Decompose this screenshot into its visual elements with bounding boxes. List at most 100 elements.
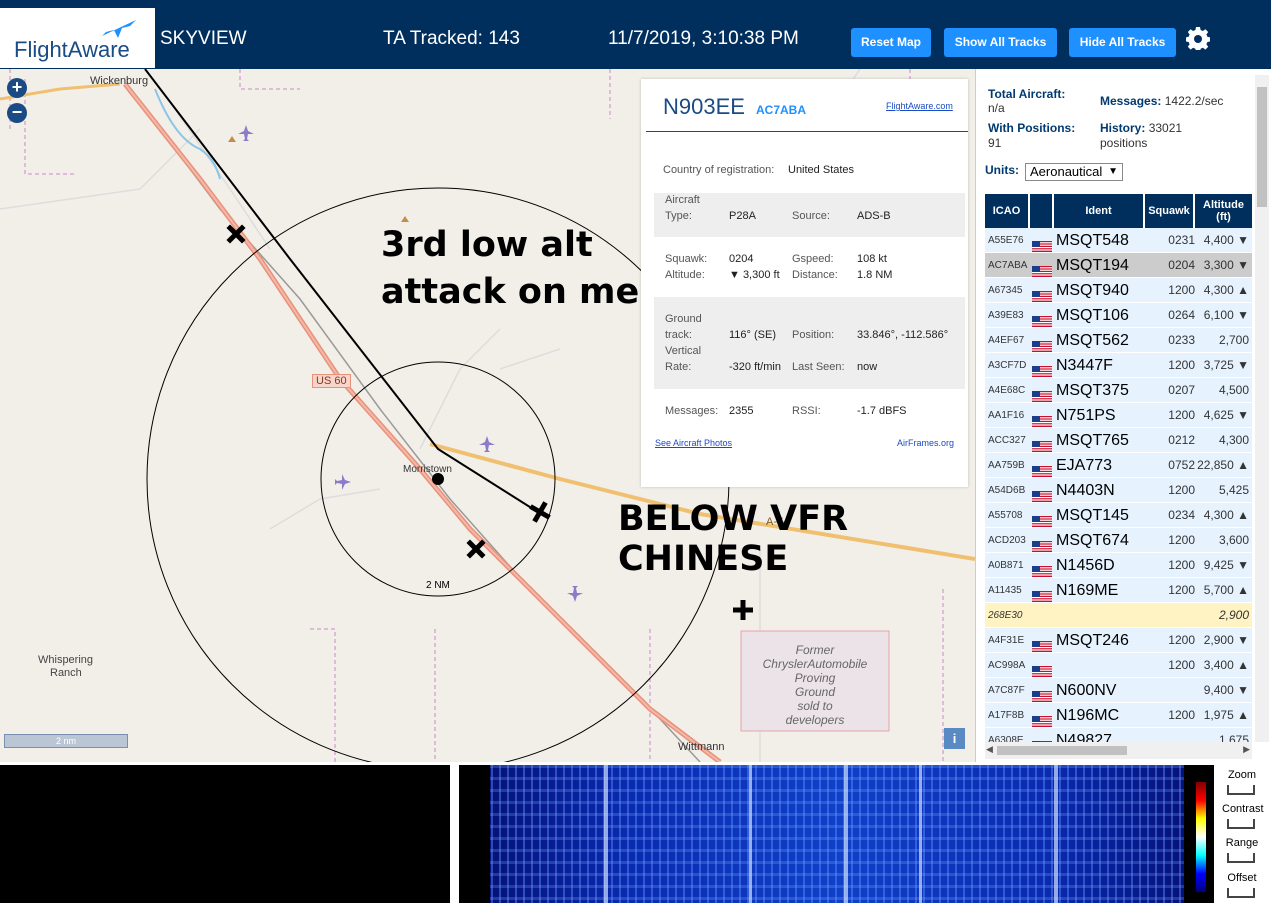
table-row[interactable]: A0B871 N1456D 1200 9,425 ▼: [985, 553, 1252, 578]
us-flag-icon: [1032, 310, 1052, 327]
squawk-cell: 0207: [1168, 383, 1195, 397]
us-flag-icon: [1032, 635, 1052, 652]
col-squawk[interactable]: Squawk: [1145, 194, 1195, 228]
with-positions: With Positions:: [988, 121, 1075, 135]
table-row[interactable]: AC7ABA MSQT194 0204 3,300 ▼: [985, 253, 1252, 278]
altitude-cell: 22,850 ▲: [1197, 458, 1249, 472]
rssi-label: RSSI:: [792, 405, 821, 417]
table-row[interactable]: A55708 MSQT145 0234 4,300 ▲: [985, 503, 1252, 528]
us-flag-icon: [1032, 435, 1052, 452]
blank-panel: [0, 765, 450, 903]
col-flag[interactable]: [1030, 194, 1054, 228]
table-row[interactable]: A7C87F N600NV 9,400 ▼: [985, 678, 1252, 703]
col-icao[interactable]: ICAO: [985, 194, 1030, 228]
scroll-right-icon[interactable]: ▶: [1243, 744, 1250, 755]
table-row[interactable]: ACC327 MSQT765 0212 4,300: [985, 428, 1252, 453]
contrast-slider[interactable]: [1227, 819, 1255, 829]
zoom-in-button[interactable]: +: [7, 78, 27, 98]
flightaware-logo[interactable]: FlightAware: [0, 8, 155, 68]
table-row[interactable]: A4F31E MSQT246 1200 2,900 ▼: [985, 628, 1252, 653]
last-seen-label: Last Seen:: [792, 361, 845, 373]
us-flag-icon: [1032, 360, 1052, 377]
horizontal-scrollbar-thumb[interactable]: [997, 746, 1127, 755]
col-altitude[interactable]: Altitude (ft): [1195, 194, 1252, 228]
scroll-left-icon[interactable]: ◀: [986, 744, 993, 755]
popup-ident: N903EE: [663, 94, 745, 119]
ident-cell: N4403N: [1056, 482, 1115, 499]
annotation-line-1: 3rd low alt: [381, 225, 593, 265]
table-row[interactable]: 268E30 2,900: [985, 603, 1252, 628]
col-ident[interactable]: Ident: [1054, 194, 1145, 228]
former-line-5: sold to: [797, 699, 833, 713]
units-select[interactable]: Aeronautical ▼: [1025, 163, 1123, 181]
table-row[interactable]: A39E83 MSQT106 0264 6,100 ▼: [985, 303, 1252, 328]
squawk-cell: 0234: [1168, 508, 1195, 522]
zoom-slider[interactable]: [1227, 785, 1255, 795]
ident-cell: MSQT940: [1056, 282, 1129, 299]
table-row[interactable]: A11435 N169ME 1200 5,700 ▲: [985, 578, 1252, 603]
us-flag-icon: [1032, 285, 1052, 302]
place-ranch: Ranch: [50, 667, 82, 679]
offset-slider[interactable]: [1227, 888, 1255, 898]
reset-map-button[interactable]: Reset Map: [851, 28, 931, 57]
table-row[interactable]: AC998A 1200 3,400 ▲: [985, 653, 1252, 678]
altitude-cell: 3,300 ▼: [1203, 258, 1249, 272]
table-row[interactable]: A4E68C MSQT375 0207 4,500: [985, 378, 1252, 403]
vertical-rate-value: -320 ft/min: [729, 361, 781, 373]
range-slider[interactable]: [1227, 853, 1255, 863]
table-row[interactable]: A17F8B N196MC 1200 1,975 ▲: [985, 703, 1252, 728]
table-row[interactable]: AA759B EJA773 0752 22,850 ▲: [985, 453, 1252, 478]
offset-control-label: Offset: [1227, 872, 1257, 884]
airframes-link[interactable]: AirFrames.org: [897, 438, 954, 448]
aircraft-detail-popup: N903EE AC7ABA FlightAware.com Country of…: [641, 79, 968, 487]
icao-cell: AC7ABA: [988, 260, 1028, 271]
altitude-cell: 3,600: [1218, 533, 1249, 547]
info-button[interactable]: i: [944, 728, 965, 749]
hide-all-tracks-button[interactable]: Hide All Tracks: [1069, 28, 1176, 57]
plane-logo-icon: [102, 20, 136, 38]
table-row[interactable]: ACD203 MSQT674 1200 3,600: [985, 528, 1252, 553]
popup-icao: AC7ABA: [756, 103, 807, 117]
table-row[interactable]: A4EF67 MSQT562 0233 2,700: [985, 328, 1252, 353]
former-line-2: ChryslerAutomobile: [762, 657, 868, 671]
table-row[interactable]: AA1F16 N751PS 1200 4,625 ▼: [985, 403, 1252, 428]
altitude-cell: 5,425: [1218, 483, 1249, 497]
messages-rate: Messages: 1422.2/sec: [1100, 94, 1223, 108]
type-label-1: Aircraft: [665, 194, 700, 206]
altitude-cell: 4,300 ▲: [1203, 283, 1249, 297]
popup-band-track: [654, 297, 965, 389]
former-proving-ground-label: Former ChryslerAutomobile Proving Ground…: [741, 643, 889, 727]
zoom-out-button[interactable]: −: [7, 103, 27, 123]
spectrum-waterfall[interactable]: [459, 765, 1214, 903]
popup-flightaware-link[interactable]: FlightAware.com: [886, 101, 953, 111]
total-aircraft: Total Aircraft:: [988, 87, 1065, 101]
total-aircraft-label: Total Aircraft:: [988, 87, 1066, 101]
table-row[interactable]: A54D6B N4403N 1200 5,425: [985, 478, 1252, 503]
altitude-cell: 2,900: [1218, 608, 1249, 622]
vertical-scrollbar-thumb[interactable]: [1257, 87, 1267, 207]
table-row[interactable]: A55E76 MSQT548 0231 4,400 ▼: [985, 228, 1252, 253]
us-flag-icon: [1032, 460, 1052, 477]
squawk-cell: 0231: [1168, 233, 1195, 247]
vertical-rate-label-1: Vertical: [665, 345, 702, 357]
table-row[interactable]: A67345 MSQT940 1200 4,300 ▲: [985, 278, 1252, 303]
altitude-cell: 9,400 ▼: [1203, 683, 1249, 697]
ident-cell: N600NV: [1056, 682, 1117, 699]
country-value: United States: [788, 164, 855, 176]
show-all-tracks-button[interactable]: Show All Tracks: [944, 28, 1057, 57]
position-value: 33.846°, -112.586°: [857, 329, 949, 341]
gear-icon[interactable]: [1186, 26, 1210, 50]
squawk-cell: 1200: [1168, 408, 1195, 422]
us-flag-icon: [1032, 385, 1052, 402]
distance-label: Distance:: [792, 269, 838, 281]
distance-value: 1.8 NM: [857, 269, 893, 281]
table-row[interactable]: A3CF7D N3447F 1200 3,725 ▼: [985, 353, 1252, 378]
us-flag-icon: [1032, 535, 1052, 552]
vertical-scrollbar[interactable]: [1255, 75, 1269, 742]
vertical-rate-label-2: Rate:: [665, 361, 692, 373]
ident-cell: MSQT246: [1056, 632, 1129, 649]
horizontal-scrollbar[interactable]: ◀ ▶: [985, 742, 1252, 759]
rssi-value: -1.7 dBFS: [857, 405, 907, 417]
see-photos-link[interactable]: See Aircraft Photos: [655, 438, 732, 448]
scale-bar: 2 nm: [4, 734, 128, 748]
